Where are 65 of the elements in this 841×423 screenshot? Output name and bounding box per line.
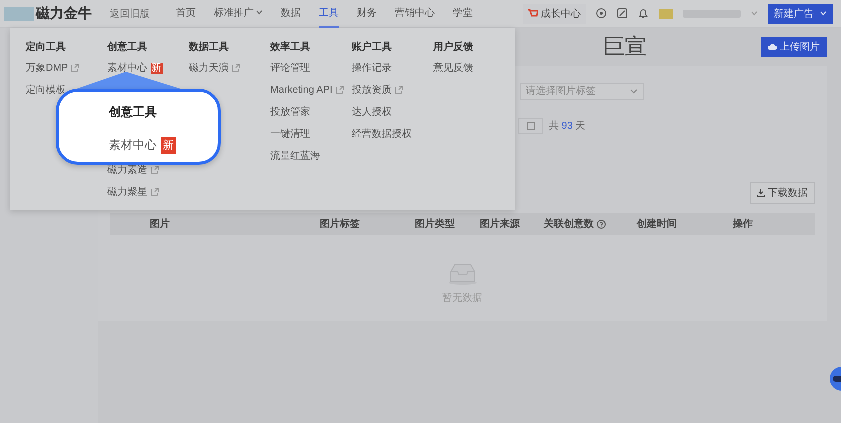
page-title: 巨宣 — [603, 34, 647, 62]
external-link-icon — [395, 86, 403, 94]
external-link-icon — [71, 64, 80, 72]
column-header: 操作 — [733, 218, 753, 231]
nav-tab[interactable]: 标准推广 — [214, 0, 263, 28]
menu-item[interactable]: 磁力聚星 — [108, 186, 189, 198]
edit-icon — [617, 8, 628, 19]
empty-inbox-icon — [448, 263, 478, 285]
caret-icon — [820, 11, 827, 16]
external-link-icon — [150, 166, 158, 174]
total-count-text: 共 93 天 — [549, 120, 586, 133]
menu-section-title: 数据工具 — [189, 40, 230, 52]
menu-item[interactable]: 一键清理 — [270, 128, 352, 140]
menu-item[interactable]: 操作记录 — [352, 62, 434, 74]
date-field[interactable] — [518, 118, 543, 134]
caret-icon — [256, 10, 263, 15]
menu-section-title: 创意工具 — [108, 40, 148, 52]
nav-tab[interactable]: 数据 — [281, 0, 301, 28]
column-header: 关联创意数 — [544, 218, 594, 231]
menu-item[interactable]: 意见反馈 — [434, 62, 515, 74]
nav-tab[interactable]: 首页 — [176, 0, 196, 28]
menu-item[interactable]: 磁力天演 — [189, 62, 270, 74]
menu-item[interactable]: 万象DMP — [26, 62, 108, 74]
column-header: 创建时间 — [637, 218, 677, 231]
logo-text: 磁力金牛 — [36, 4, 92, 22]
avatar-icon — [659, 8, 673, 18]
menu-section-title: 效率工具 — [270, 40, 312, 52]
column-header: 图片类型 — [415, 218, 455, 231]
growth-center-button[interactable]: 成长中心 — [523, 4, 586, 24]
download-button[interactable]: 下载数据 — [750, 182, 815, 204]
bell-icon — [638, 8, 649, 19]
menu-item[interactable]: Marketing API — [270, 84, 352, 96]
new-badge: 新 — [161, 137, 176, 154]
external-link-icon — [336, 86, 344, 94]
version-switch-link[interactable]: 返回旧版 — [104, 6, 156, 22]
column-header: 图片 — [150, 218, 170, 231]
cloud-upload-icon — [768, 43, 777, 51]
download-icon — [757, 189, 765, 197]
menu-item[interactable]: 评论管理 — [270, 62, 352, 74]
menu-section-title: 定向工具 — [26, 40, 67, 52]
external-link-icon — [150, 188, 158, 196]
menu-section-title: 用户反馈 — [434, 40, 474, 52]
callout-item: 素材中心 — [109, 137, 157, 154]
logo-icon — [4, 6, 34, 20]
external-link-icon — [232, 64, 240, 72]
calendar-icon — [526, 122, 534, 130]
chevron-icon — [630, 88, 638, 94]
callout-title: 创意工具 — [109, 104, 158, 121]
menu-section-title: 账户工具 — [352, 40, 393, 52]
nav-tab[interactable]: 财务 — [357, 0, 377, 28]
menu-item[interactable]: 磁力素造 — [108, 164, 189, 176]
nav-tab[interactable]: 营销中心 — [395, 0, 435, 28]
menu-item[interactable]: 流量红蓝海 — [270, 150, 352, 162]
new-badge: 新 — [150, 62, 162, 74]
caret-icon — [751, 11, 758, 16]
column-header: 图片标签 — [320, 218, 360, 231]
menu-item[interactable]: 达人授权 — [352, 106, 434, 118]
column-header: 图片来源 — [480, 218, 520, 231]
menu-item[interactable]: 投放资质 — [352, 84, 434, 96]
new-ad-button[interactable]: 新建广告 — [768, 4, 833, 24]
menu-item[interactable]: 经营数据授权 — [352, 128, 434, 140]
nav-tab[interactable]: 学堂 — [453, 0, 473, 28]
menu-item[interactable]: 投放管家 — [270, 106, 352, 118]
cart-icon — [528, 9, 538, 18]
upload-button[interactable]: 上传图片 — [761, 37, 827, 57]
